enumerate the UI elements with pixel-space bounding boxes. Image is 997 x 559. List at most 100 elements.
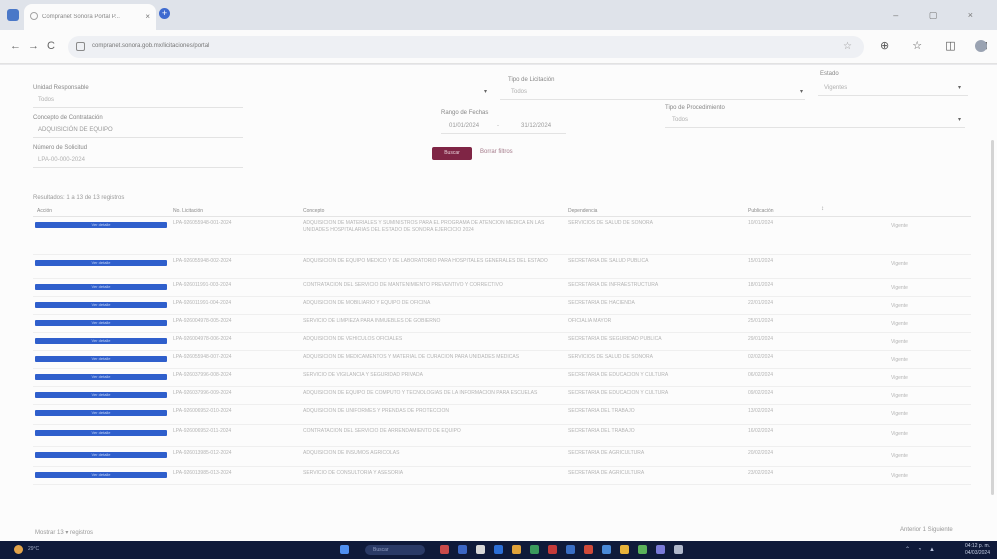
sort-icon[interactable]: ↕	[821, 206, 824, 212]
rango-underline	[441, 133, 566, 134]
row-numero: LPA-926013985-013-2024	[173, 470, 232, 476]
row-detail-button[interactable]: Ver detalle	[35, 320, 167, 326]
row-concepto: SERVICIO DE VIGILANCIA Y SEGURIDAD PRIVA…	[303, 372, 423, 378]
rows-per-page[interactable]: Mostrar 13 ▾ registros	[35, 529, 93, 536]
col-dependencia[interactable]: Dependencia	[568, 208, 597, 214]
tipo-label: Tipo de Licitación	[508, 77, 555, 83]
row-detail-button[interactable]: Ver detalle	[35, 260, 167, 266]
new-tab-button[interactable]: +	[159, 8, 170, 19]
unidad-select[interactable]: Todos	[38, 97, 54, 103]
tab-title: Compranet Sonora Portal P...	[42, 14, 120, 20]
row-dependencia: SECRETARÍA DE AGRICULTURA	[568, 470, 645, 476]
estado-select[interactable]: Vigentes	[824, 85, 847, 91]
start-icon[interactable]	[340, 545, 349, 554]
row-detail-button[interactable]: Ver detalle	[35, 356, 167, 362]
col-publicacion[interactable]: Publicación	[748, 208, 774, 214]
tipo-proc-select[interactable]: Todos	[672, 117, 688, 123]
row-concepto: ADQUISICIÓN DE EQUIPO MÉDICO Y DE LABORA…	[303, 258, 548, 264]
taskbar-search[interactable]: Buscar	[365, 545, 425, 555]
url-text[interactable]: compranet.sonora.gob.mx/licitaciones/por…	[92, 43, 209, 49]
row-detail-button[interactable]: Ver detalle	[35, 452, 167, 458]
row-dependencia: SERVICIOS DE SALUD DE SONORA	[568, 354, 653, 360]
app-icon-9[interactable]	[584, 545, 593, 554]
taskbar-clock[interactable]: 04:12 p. m. 04/03/2024	[945, 543, 990, 557]
bookmark-star-icon[interactable]: ☆	[843, 41, 852, 52]
row-detail-button[interactable]: Ver detalle	[35, 338, 167, 344]
taskbar-search-text[interactable]: Buscar	[373, 547, 389, 553]
row-concepto: ADQUISICIÓN DE MOBILIARIO Y EQUIPO DE OF…	[303, 300, 431, 306]
weather-icon[interactable]	[14, 545, 23, 554]
tipo-select[interactable]: Todos	[511, 89, 527, 95]
clear-filters-button[interactable]: Borrar filtros	[480, 149, 513, 155]
row-dependencia: SECRETARÍA DE SALUD PÚBLICA	[568, 258, 649, 264]
clock-time: 04:12 p. m.	[964, 543, 990, 549]
reload-button[interactable]: C	[47, 40, 55, 52]
app-icon-6[interactable]	[530, 545, 539, 554]
app-icon-7[interactable]	[548, 545, 557, 554]
app-icon-8[interactable]	[566, 545, 575, 554]
system-tray[interactable]: ⌃ ◔ ▲	[905, 546, 938, 553]
back-button[interactable]: ←	[10, 40, 21, 52]
app-icon-13[interactable]	[656, 545, 665, 554]
site-info-icon[interactable]	[76, 42, 85, 51]
weather-temp[interactable]: 29°C	[28, 546, 39, 552]
table-row: Ver detalle LPA-926055948-001-2024 ADQUISI…	[33, 217, 971, 255]
row-detail-button[interactable]: Ver detalle	[35, 472, 167, 478]
app-icon-1[interactable]	[440, 545, 449, 554]
row-fecha: 02/02/2024	[748, 354, 774, 360]
row-fecha: 22/01/2024	[748, 300, 774, 306]
row-detail-button[interactable]: Ver detalle	[35, 430, 167, 436]
row-dependencia: SECRETARÍA DE EDUCACIÓN Y CULTURA	[568, 372, 669, 378]
tipo-proc-caret-icon[interactable]: ▾	[958, 116, 961, 123]
browser-toolbar: ← → C compranet.sonora.gob.mx/licitacion…	[0, 30, 997, 64]
row-concepto: SERVICIO DE LIMPIEZA PARA INMUEBLES DE G…	[303, 318, 441, 324]
row-numero: LPA-926011991-003-2024	[173, 282, 232, 288]
profile-avatar[interactable]	[975, 40, 987, 52]
col-accion[interactable]: Acción	[37, 208, 52, 214]
tipo-left-caret-icon[interactable]: ▾	[484, 88, 487, 95]
row-detail-button[interactable]: Ver detalle	[35, 410, 167, 416]
row-estado: Vigente	[891, 411, 908, 417]
row-dependencia: SECRETARÍA DE HACIENDA	[568, 300, 635, 306]
tipo-proc-underline	[665, 127, 965, 128]
browser-logo-icon	[7, 9, 19, 21]
row-dependencia: SECRETARÍA DE SEGURIDAD PÚBLICA	[568, 336, 662, 342]
estado-underline	[818, 95, 968, 96]
window-controls[interactable]: – ▢ ×	[893, 10, 987, 21]
app-icon-11[interactable]	[620, 545, 629, 554]
row-estado: Vigente	[891, 375, 908, 381]
row-concepto: ADQUISICIÓN DE EQUIPO DE CÓMPUTO Y TECNO…	[303, 390, 538, 396]
numero-input[interactable]: LPA-00-000-2024	[38, 157, 85, 163]
estado-caret-icon[interactable]: ▾	[958, 84, 961, 91]
app-icon-4[interactable]	[494, 545, 503, 554]
row-estado: Vigente	[891, 453, 908, 459]
search-button[interactable]: Buscar	[432, 147, 472, 160]
fecha-inicio-input[interactable]: 01/01/2024	[449, 123, 479, 129]
browser-tab[interactable]: Compranet Sonora Portal P... ×	[24, 4, 156, 30]
row-detail-button[interactable]: Ver detalle	[35, 392, 167, 398]
row-dependencia: SECRETARÍA DEL TRABAJO	[568, 428, 635, 434]
app-icon-10[interactable]	[602, 545, 611, 554]
row-detail-button[interactable]: Ver detalle	[35, 374, 167, 380]
app-icon-14[interactable]	[674, 545, 683, 554]
row-detail-button[interactable]: Ver detalle	[35, 302, 167, 308]
tab-close-icon[interactable]: ×	[145, 12, 150, 21]
app-icon-3[interactable]	[476, 545, 485, 554]
tipo-underline	[500, 99, 805, 100]
app-icon-12[interactable]	[638, 545, 647, 554]
tipo-caret-icon[interactable]: ▾	[800, 88, 803, 95]
page-scrollbar[interactable]	[991, 140, 994, 495]
concepto-input[interactable]: ADQUISICIÓN DE EQUIPO	[38, 127, 113, 133]
fecha-fin-input[interactable]: 31/12/2024	[521, 123, 551, 129]
row-detail-button[interactable]: Ver detalle	[35, 222, 167, 228]
pagination[interactable]: Anterior 1 Siguiente	[900, 527, 953, 533]
row-concepto: ADQUISICIÓN DE MATERIALES Y SUMINISTROS …	[303, 220, 545, 233]
app-icon-5[interactable]	[512, 545, 521, 554]
row-detail-button[interactable]: Ver detalle	[35, 284, 167, 290]
col-numero[interactable]: No. Licitación	[173, 208, 203, 214]
address-bar[interactable]: compranet.sonora.gob.mx/licitaciones/por…	[68, 36, 864, 58]
app-icon-2[interactable]	[458, 545, 467, 554]
col-concepto[interactable]: Concepto	[303, 208, 324, 214]
forward-button[interactable]: →	[28, 40, 39, 52]
row-fecha: 23/02/2024	[748, 470, 774, 476]
